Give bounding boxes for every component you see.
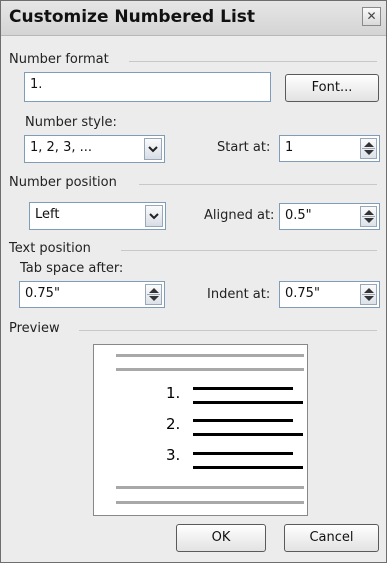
cancel-button[interactable]: Cancel [284, 524, 379, 552]
preview-text-line [193, 401, 303, 404]
tab-space-after-spinner[interactable]: 0.75" [19, 281, 165, 308]
preview-number: 2. [166, 415, 181, 433]
chevron-down-icon[interactable] [145, 205, 163, 227]
preview-number: 1. [166, 384, 181, 402]
number-format-input[interactable]: 1. [24, 72, 271, 102]
number-position-group-label: Number position [9, 175, 117, 190]
preview-gray-line [116, 354, 304, 357]
number-format-group-label: Number format [9, 52, 109, 67]
preview-gray-line [116, 501, 304, 504]
preview-number: 3. [166, 446, 181, 464]
preview-gray-line [116, 368, 304, 371]
number-position-separator [139, 184, 377, 185]
chevron-down-icon[interactable] [144, 138, 162, 160]
indent-at-spinner[interactable]: 0.75" [279, 281, 380, 308]
spinner-arrows-icon[interactable] [360, 284, 377, 305]
number-position-dropdown[interactable]: Left [29, 202, 166, 230]
number-format-separator [129, 61, 377, 62]
text-position-separator [121, 250, 377, 251]
indent-at-label: Indent at: [207, 287, 271, 302]
ok-button[interactable]: OK [176, 524, 266, 552]
number-style-label: Number style: [25, 115, 117, 130]
tab-space-after-label: Tab space after: [20, 261, 124, 276]
text-position-group-label: Text position [9, 241, 91, 256]
spinner-arrows-icon[interactable] [360, 138, 377, 159]
preview-gray-line [116, 486, 304, 489]
customize-numbered-list-dialog: Customize Numbered List ✕ Number format … [0, 0, 387, 563]
start-at-spinner[interactable]: 1 [279, 135, 380, 162]
preview-text-line [193, 452, 293, 455]
dialog-title: Customize Numbered List [9, 7, 256, 27]
start-at-label: Start at: [217, 140, 271, 155]
title-bar: Customize Numbered List ✕ [1, 1, 386, 36]
preview-separator [79, 330, 377, 331]
preview-text-line [193, 433, 303, 436]
preview-text-line [193, 419, 293, 422]
close-icon[interactable]: ✕ [362, 7, 381, 26]
number-style-dropdown[interactable]: 1, 2, 3, ... [24, 135, 165, 163]
font-button[interactable]: Font... [285, 74, 379, 102]
preview-group-label: Preview [9, 321, 60, 336]
aligned-at-label: Aligned at: [204, 208, 275, 223]
preview-text-line [193, 387, 293, 390]
preview-box: 1. 2. 3. [93, 344, 308, 516]
spinner-arrows-icon[interactable] [360, 206, 377, 227]
preview-text-line [193, 466, 303, 469]
spinner-arrows-icon[interactable] [145, 284, 162, 305]
aligned-at-spinner[interactable]: 0.5" [279, 203, 380, 230]
